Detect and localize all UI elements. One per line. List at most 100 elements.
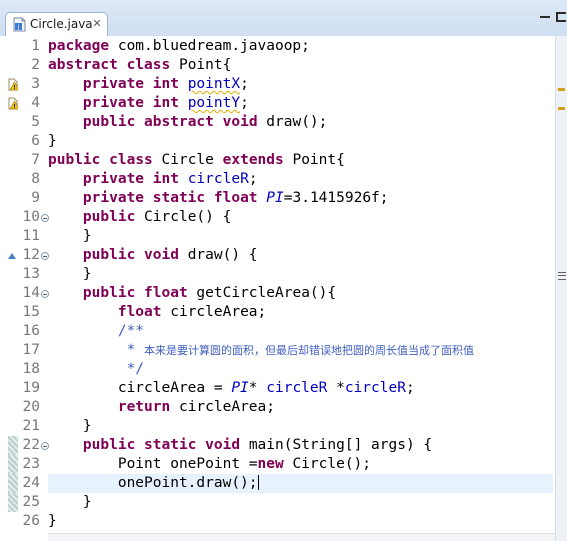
code-line[interactable]: }: [48, 227, 92, 246]
code-token: com.bluedream.javaoop;: [109, 38, 310, 54]
overview-warning-mark[interactable]: [558, 88, 565, 91]
keyword-token: private: [82, 190, 145, 206]
scroll-grip-icon[interactable]: [558, 272, 566, 280]
code-line[interactable]: Point onePoint =new Circle();: [48, 455, 371, 474]
maximize-icon[interactable]: [556, 12, 566, 22]
line-number: 2: [31, 57, 40, 73]
keyword-token: void: [205, 437, 241, 453]
code-token: ;: [240, 76, 249, 92]
code-line[interactable]: package com.bluedream.javaoop;: [48, 37, 310, 56]
code-editor[interactable]: 1 2 3 4 5 6 7 8 9 10 11 12 13 14 15 16 17 18 19 20 21 22 23 24 2…: [0, 36, 567, 541]
code-line[interactable]: }: [48, 493, 92, 512]
java-file-icon: J: [13, 17, 26, 32]
code-line[interactable]: float circleArea;: [48, 303, 266, 322]
comment-token: 本来是要计算圆的面积，但最后却错误地把圆的周长值当成了面积值: [144, 344, 475, 357]
keyword-token: float: [213, 190, 258, 206]
code-area[interactable]: package com.bluedream.javaoop; abstract c…: [48, 36, 555, 541]
line-number: 21: [22, 418, 40, 434]
line-number: 24: [22, 475, 40, 491]
code-token: *: [248, 380, 267, 396]
code-line[interactable]: public abstract void draw();: [48, 113, 327, 132]
line-number: 23: [22, 456, 40, 472]
code-token: Point{: [170, 57, 232, 73]
code-line[interactable]: public static void main(String[] args) {: [48, 436, 432, 455]
code-line[interactable]: }: [48, 265, 92, 284]
code-line[interactable]: onePoint.draw();: [48, 474, 553, 493]
code-line[interactable]: }: [48, 512, 57, 531]
tab-circle-java[interactable]: J Circle.java ✕: [5, 12, 108, 36]
code-line[interactable]: public float getCircleArea(){: [48, 284, 336, 303]
minimize-icon[interactable]: [540, 16, 550, 22]
code-line[interactable]: abstract class Point{: [48, 56, 231, 75]
keyword-token: public: [82, 114, 136, 130]
code-token: ;: [240, 95, 249, 111]
keyword-token: private: [82, 76, 145, 92]
close-icon[interactable]: ✕: [91, 17, 103, 31]
field-token: pointX: [187, 76, 241, 92]
code-line[interactable]: private int pointY;: [48, 94, 249, 113]
line-number: 18: [22, 361, 40, 377]
line-number: 1: [31, 38, 40, 54]
line-number: 16: [22, 323, 40, 339]
svg-text:J: J: [17, 24, 20, 31]
field-token: circleR: [187, 171, 249, 187]
code-token: circleArea =: [48, 380, 232, 396]
line-number: 11: [22, 228, 40, 244]
overview-ruler[interactable]: [555, 36, 567, 541]
code-line[interactable]: private int circleR;: [48, 170, 258, 189]
annotation-ruler[interactable]: [0, 36, 19, 541]
keyword-token: float: [144, 285, 188, 301]
code-line[interactable]: private int pointX;: [48, 75, 249, 94]
code-token: draw() {: [178, 247, 258, 263]
code-token: }: [48, 513, 57, 529]
code-line[interactable]: public class Circle extends Point{: [48, 151, 345, 170]
keyword-token: void: [222, 114, 258, 130]
code-line[interactable]: /**: [48, 322, 144, 341]
overview-warning-mark[interactable]: [558, 107, 565, 110]
code-line[interactable]: return circleArea;: [48, 398, 275, 417]
line-number: 13: [22, 266, 40, 282]
code-token: getCircleArea(){: [187, 285, 337, 301]
code-token: }: [48, 418, 92, 434]
code-line[interactable]: * 本来是要计算圆的面积，但最后却错误地把圆的周长值当成了面积值: [48, 341, 474, 360]
keyword-token: void: [144, 247, 179, 263]
code-token: Circle: [152, 152, 223, 168]
line-number: 4: [31, 95, 40, 111]
line-number: 17: [22, 342, 40, 358]
horizontal-scrollbar[interactable]: [48, 533, 555, 541]
keyword-token: public: [48, 152, 101, 168]
line-number: 19: [22, 380, 40, 396]
code-token: circleArea;: [170, 399, 275, 415]
code-line[interactable]: }: [48, 417, 92, 436]
code-line[interactable]: private static float PI=3.1415926f;: [48, 189, 389, 208]
code-token: }: [48, 228, 92, 244]
code-line[interactable]: */: [48, 360, 144, 379]
code-line[interactable]: }: [48, 132, 57, 151]
line-number: 25: [22, 494, 40, 510]
keyword-token: class: [126, 57, 171, 73]
keyword-token: class: [109, 152, 153, 168]
code-line[interactable]: circleArea = PI* circleR *circleR;: [48, 379, 415, 398]
tab-title: Circle.java: [30, 17, 93, 31]
code-line[interactable]: public Circle() {: [48, 208, 231, 227]
code-token: Circle() {: [135, 209, 232, 225]
line-number-gutter[interactable]: 1 2 3 4 5 6 7 8 9 10 11 12 13 14 15 16 17 18 19 20 21 22 23 24 2…: [18, 36, 49, 541]
line-number: 20: [22, 399, 40, 415]
code-line[interactable]: public void draw() {: [48, 246, 258, 265]
override-arrow-icon[interactable]: [8, 253, 16, 259]
